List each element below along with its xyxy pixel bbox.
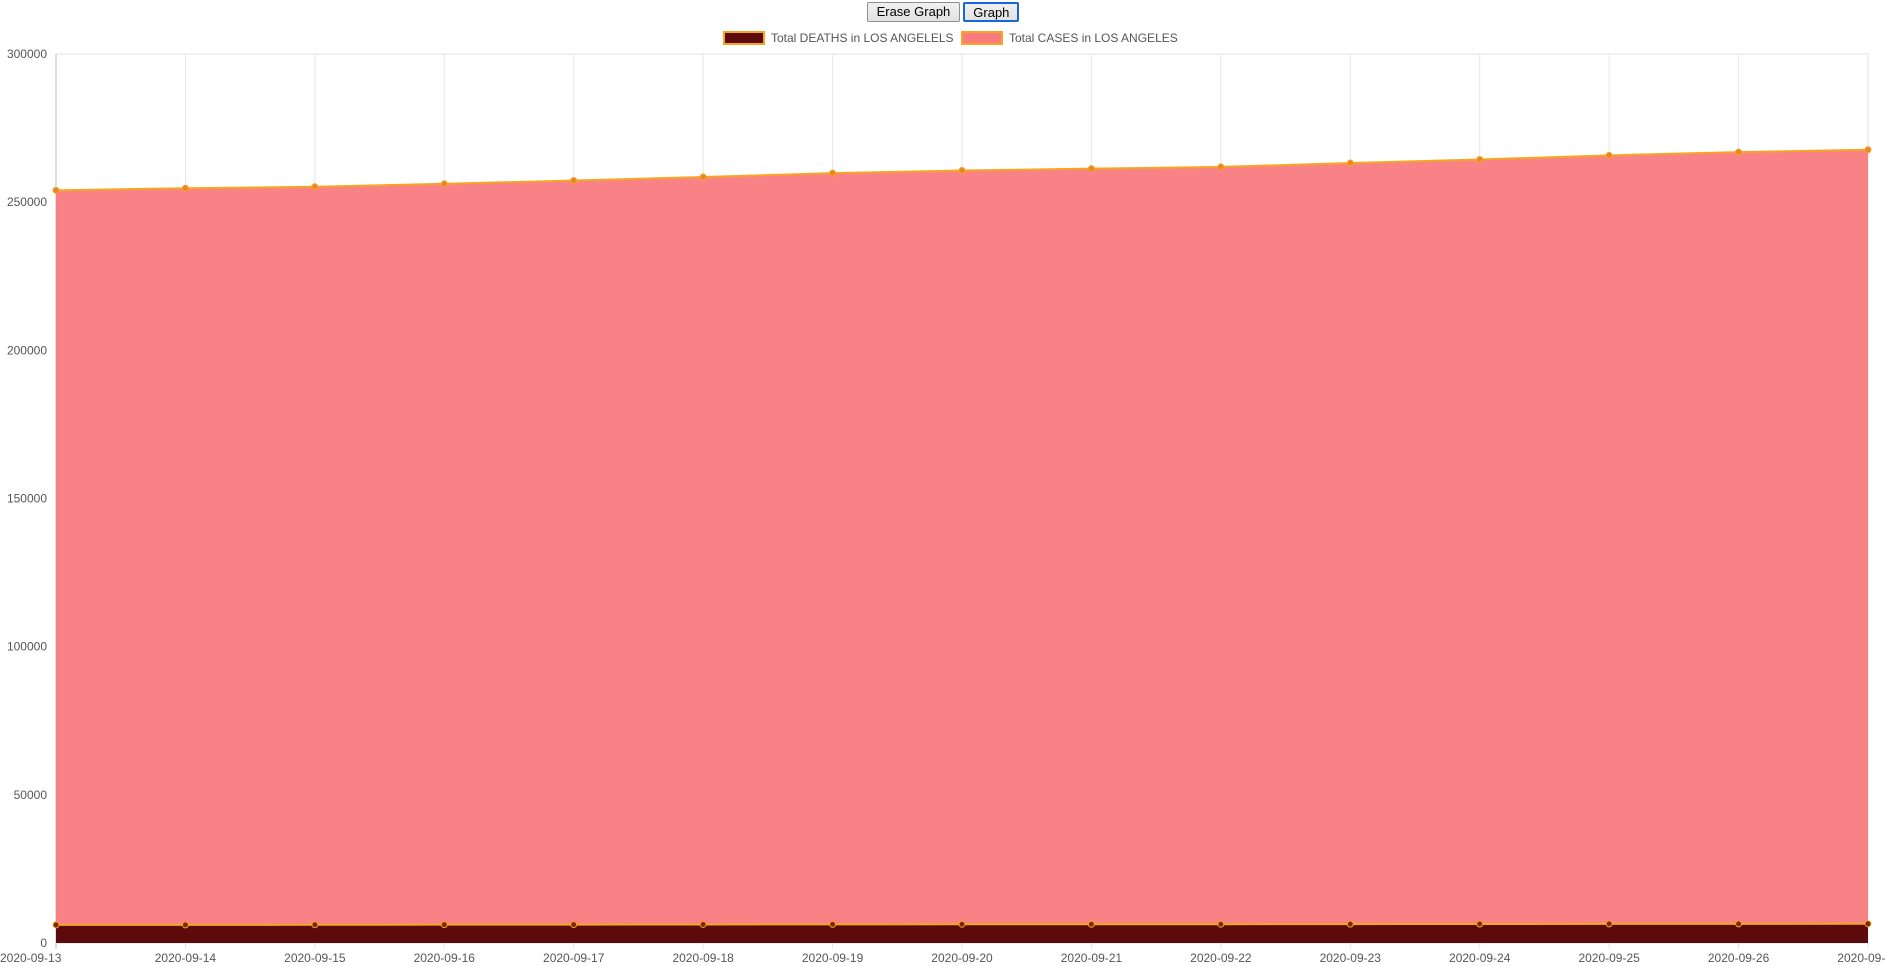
data-point-s0-10 xyxy=(1346,920,1354,928)
data-point-s0-11 xyxy=(1476,920,1484,928)
data-point-s0-14 xyxy=(1864,920,1872,928)
data-point-s0-7 xyxy=(958,920,966,928)
data-point-s1-14 xyxy=(1864,146,1872,154)
data-point-s0-3 xyxy=(440,921,448,929)
data-point-s1-11 xyxy=(1476,155,1484,163)
x-tick-label-9: 2020-09-22 xyxy=(1190,951,1252,965)
x-tick-label-7: 2020-09-20 xyxy=(931,951,993,965)
x-tick-label-10: 2020-09-23 xyxy=(1320,951,1382,965)
data-point-s1-4 xyxy=(570,177,578,185)
data-point-s0-13 xyxy=(1735,920,1743,928)
y-tick-label-2: 100000 xyxy=(7,640,47,654)
data-point-s1-3 xyxy=(440,180,448,188)
y-tick-label-3: 150000 xyxy=(7,492,47,506)
data-point-s1-5 xyxy=(699,173,707,181)
data-point-s0-1 xyxy=(181,921,189,929)
data-point-s0-0 xyxy=(52,921,60,929)
chart-legend: Total DEATHS in LOS ANGELELS Total CASES … xyxy=(723,31,1178,45)
legend-label-1: Total CASES in LOS ANGELES xyxy=(1009,31,1178,45)
area-fill-1 xyxy=(56,149,1868,943)
y-tick-label-6: 300000 xyxy=(7,47,47,61)
x-tick-label-1: 2020-09-14 xyxy=(155,951,217,965)
data-point-s1-1 xyxy=(181,184,189,192)
data-point-s0-12 xyxy=(1605,920,1613,928)
data-point-s1-6 xyxy=(829,169,837,177)
x-tick-label-14: 2020-09-27 xyxy=(1837,951,1886,965)
data-point-s1-7 xyxy=(958,166,966,174)
y-tick-label-5: 250000 xyxy=(7,195,47,209)
data-point-s0-6 xyxy=(829,920,837,928)
y-tick-label-1: 50000 xyxy=(14,788,48,802)
legend-swatch-0 xyxy=(723,31,765,45)
data-point-s0-2 xyxy=(311,921,319,929)
x-tick-label-13: 2020-09-26 xyxy=(1708,951,1770,965)
y-tick-label-4: 200000 xyxy=(7,343,47,357)
x-tick-label-11: 2020-09-24 xyxy=(1449,951,1511,965)
chart-areas xyxy=(55,148,1869,943)
data-point-s1-9 xyxy=(1217,163,1225,171)
x-tick-label-0: 2020-09-13 xyxy=(0,951,62,965)
legend-swatch-1 xyxy=(961,31,1003,45)
data-point-s0-9 xyxy=(1217,920,1225,928)
x-tick-label-2: 2020-09-15 xyxy=(284,951,346,965)
data-point-s1-8 xyxy=(1087,165,1095,173)
data-point-s0-5 xyxy=(699,920,707,928)
x-tick-label-12: 2020-09-25 xyxy=(1578,951,1640,965)
area-chart: Total DEATHS in LOS ANGELELS Total CASES … xyxy=(0,31,1886,965)
data-point-s1-2 xyxy=(311,183,319,191)
x-tick-label-8: 2020-09-21 xyxy=(1061,951,1123,965)
data-point-s1-10 xyxy=(1346,159,1354,167)
x-tick-label-5: 2020-09-18 xyxy=(672,951,734,965)
data-point-s0-8 xyxy=(1087,920,1095,928)
legend-label-0: Total DEATHS in LOS ANGELELS xyxy=(771,31,954,45)
x-tick-label-3: 2020-09-16 xyxy=(414,951,476,965)
data-point-s1-12 xyxy=(1605,151,1613,159)
y-axis-ticks: 0 50000 100000 150000 200000 250000 300000 xyxy=(7,47,47,950)
x-tick-label-6: 2020-09-19 xyxy=(802,951,864,965)
data-point-s1-13 xyxy=(1735,148,1743,156)
x-tick-label-4: 2020-09-17 xyxy=(543,951,605,965)
data-point-s0-4 xyxy=(570,921,578,929)
data-point-s1-0 xyxy=(52,186,60,194)
y-tick-label-0: 0 xyxy=(40,936,47,950)
x-axis-ticks: 2020-09-13 2020-09-14 2020-09-15 2020-09-16… xyxy=(0,951,1886,965)
